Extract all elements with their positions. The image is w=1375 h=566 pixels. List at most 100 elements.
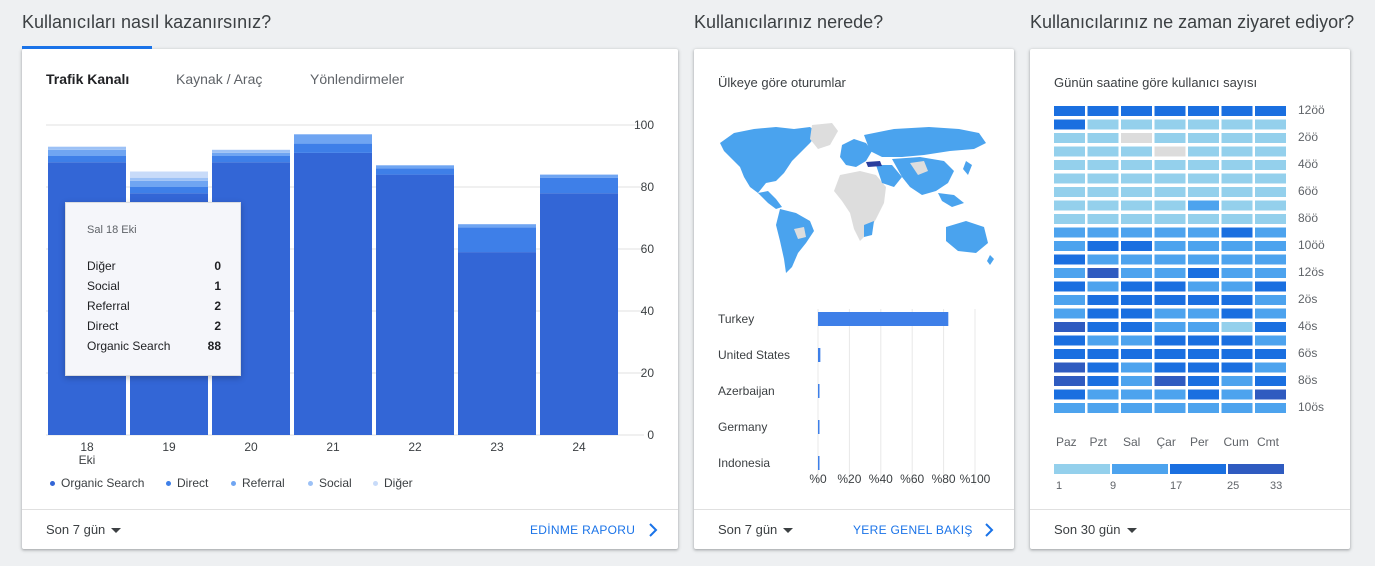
- heatmap-cell[interactable]: [1154, 187, 1186, 197]
- bar-segment[interactable]: [540, 177, 618, 194]
- heatmap-cell[interactable]: [1255, 241, 1286, 251]
- bar-segment[interactable]: [294, 143, 372, 153]
- bar-segment[interactable]: [130, 171, 208, 178]
- heatmap-cell[interactable]: [1221, 403, 1253, 413]
- heatmap-cell[interactable]: [1255, 322, 1286, 332]
- heatmap-cell[interactable]: [1188, 376, 1219, 386]
- heatmap-cell[interactable]: [1154, 322, 1186, 332]
- heatmap-cell[interactable]: [1087, 241, 1119, 251]
- heatmap-cell[interactable]: [1188, 133, 1219, 143]
- heatmap-cell[interactable]: [1087, 160, 1119, 170]
- tab-referrals[interactable]: Yönlendirmeler: [310, 71, 404, 87]
- heatmap-cell[interactable]: [1221, 146, 1253, 157]
- heatmap-cell[interactable]: [1054, 133, 1085, 143]
- heatmap-cell[interactable]: [1054, 322, 1085, 332]
- heatmap-cell[interactable]: [1121, 106, 1152, 116]
- legend-item-referral[interactable]: Referral: [231, 476, 285, 490]
- heatmap-cell[interactable]: [1054, 308, 1085, 319]
- heatmap-cell[interactable]: [1221, 214, 1253, 224]
- heatmap-cell[interactable]: [1054, 214, 1085, 224]
- heatmap-cell[interactable]: [1255, 160, 1286, 170]
- legend-item-organic-search[interactable]: Organic Search: [50, 476, 144, 490]
- tab-traffic-channel[interactable]: Trafik Kanalı: [46, 71, 129, 87]
- country-bar[interactable]: [818, 312, 949, 326]
- heatmap-cell[interactable]: [1221, 106, 1253, 116]
- heatmap-cell[interactable]: [1121, 227, 1152, 238]
- bar-segment[interactable]: [48, 146, 126, 150]
- legend-item-direct[interactable]: Direct: [166, 476, 208, 490]
- heatmap-cell[interactable]: [1054, 187, 1085, 197]
- heatmap-cell[interactable]: [1121, 268, 1152, 278]
- heatmap-cell[interactable]: [1087, 227, 1119, 238]
- heatmap-cell[interactable]: [1054, 119, 1085, 130]
- heatmap-cell[interactable]: [1188, 146, 1219, 157]
- heatmap-cell[interactable]: [1188, 106, 1219, 116]
- heatmap-cell[interactable]: [1054, 403, 1085, 413]
- heatmap-cell[interactable]: [1255, 106, 1286, 116]
- heatmap-cell[interactable]: [1255, 349, 1286, 359]
- heatmap-cell[interactable]: [1121, 389, 1152, 400]
- bar-segment[interactable]: [458, 227, 536, 253]
- heatmap-cell[interactable]: [1188, 349, 1219, 359]
- heatmap-cell[interactable]: [1154, 227, 1186, 238]
- heatmap-cell[interactable]: [1221, 133, 1253, 143]
- heatmap-cell[interactable]: [1087, 376, 1119, 386]
- heatmap-cell[interactable]: [1154, 295, 1186, 305]
- heatmap-cell[interactable]: [1255, 214, 1286, 224]
- heatmap-cell[interactable]: [1087, 106, 1119, 116]
- heatmap-cell[interactable]: [1121, 146, 1152, 157]
- heatmap-cell[interactable]: [1154, 268, 1186, 278]
- heatmap-cell[interactable]: [1221, 268, 1253, 278]
- heatmap-cell[interactable]: [1087, 146, 1119, 157]
- heatmap-cell[interactable]: [1188, 389, 1219, 400]
- heatmap-cell[interactable]: [1087, 322, 1119, 332]
- heatmap-cell[interactable]: [1154, 160, 1186, 170]
- world-map[interactable]: [714, 121, 994, 281]
- heatmap-cell[interactable]: [1054, 200, 1085, 211]
- heatmap-cell[interactable]: [1221, 376, 1253, 386]
- heatmap-cell[interactable]: [1154, 200, 1186, 211]
- bar-segment[interactable]: [212, 149, 290, 153]
- heatmap-cell[interactable]: [1087, 200, 1119, 211]
- heatmap-cell[interactable]: [1154, 376, 1186, 386]
- bar-segment[interactable]: [48, 156, 126, 163]
- heatmap-cell[interactable]: [1087, 362, 1119, 373]
- heatmap-cell[interactable]: [1054, 160, 1085, 170]
- heatmap-cell[interactable]: [1054, 254, 1085, 265]
- heatmap-cell[interactable]: [1188, 187, 1219, 197]
- heatmap-cell[interactable]: [1221, 281, 1253, 292]
- chevron-right-icon[interactable]: [984, 522, 994, 538]
- heatmap-cell[interactable]: [1054, 362, 1085, 373]
- heatmap-cell[interactable]: [1054, 295, 1085, 305]
- heatmap-cell[interactable]: [1054, 227, 1085, 238]
- heatmap-cell[interactable]: [1188, 308, 1219, 319]
- heatmap-cell[interactable]: [1087, 281, 1119, 292]
- heatmap-cell[interactable]: [1221, 335, 1253, 346]
- heatmap-cell[interactable]: [1087, 403, 1119, 413]
- heatmap-cell[interactable]: [1255, 254, 1286, 265]
- country-bar[interactable]: [818, 456, 820, 470]
- heatmap-cell[interactable]: [1255, 133, 1286, 143]
- heatmap-cell[interactable]: [1121, 119, 1152, 130]
- heatmap-cell[interactable]: [1154, 173, 1186, 184]
- heatmap-cell[interactable]: [1121, 308, 1152, 319]
- heatmap-cell[interactable]: [1154, 281, 1186, 292]
- heatmap-cell[interactable]: [1188, 119, 1219, 130]
- bar-segment[interactable]: [130, 180, 208, 187]
- heatmap-cell[interactable]: [1188, 403, 1219, 413]
- heatmap-cell[interactable]: [1121, 403, 1152, 413]
- heatmap-cell[interactable]: [1255, 227, 1286, 238]
- heatmap-cell[interactable]: [1121, 254, 1152, 265]
- heatmap-cell[interactable]: [1188, 322, 1219, 332]
- bar-segment[interactable]: [458, 224, 536, 228]
- heatmap-cell[interactable]: [1221, 173, 1253, 184]
- heatmap-cell[interactable]: [1255, 268, 1286, 278]
- heatmap-cell[interactable]: [1221, 349, 1253, 359]
- bar-segment[interactable]: [212, 156, 290, 163]
- heatmap-cell[interactable]: [1221, 254, 1253, 265]
- bar-segment[interactable]: [376, 165, 454, 169]
- heatmap-cell[interactable]: [1188, 362, 1219, 373]
- bar-segment[interactable]: [376, 168, 454, 175]
- heatmap-cell[interactable]: [1255, 362, 1286, 373]
- bar-segment[interactable]: [294, 134, 372, 144]
